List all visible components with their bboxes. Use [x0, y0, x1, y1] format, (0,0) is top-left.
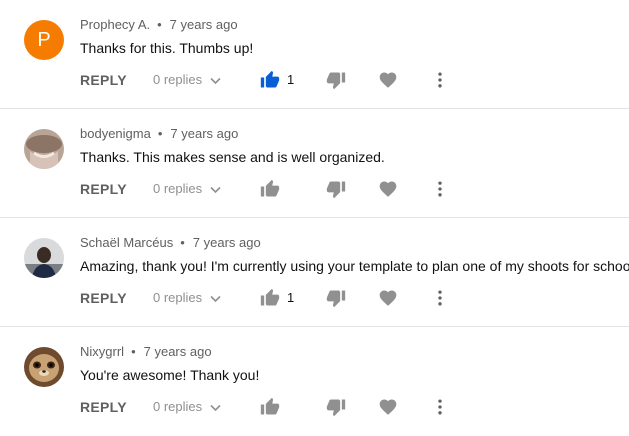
avatar[interactable]: [24, 238, 64, 278]
separator-dot: •: [157, 126, 163, 141]
chevron-down-icon: [210, 400, 221, 414]
comment-meta: Schaël Marcéus • 7 years ago: [80, 235, 261, 250]
heart-icon[interactable]: [378, 397, 398, 417]
timestamp[interactable]: 7 years ago: [170, 126, 238, 141]
thumbs-down-icon[interactable]: [326, 70, 346, 90]
like-count: 1: [287, 72, 295, 87]
comment: Nixygrrl • 7 years ago You're awesome! Tha…: [0, 327, 629, 436]
separator-dot: •: [157, 17, 162, 32]
author-name[interactable]: Schaël Marcéus: [80, 235, 173, 250]
timestamp[interactable]: 7 years ago: [193, 235, 261, 250]
replies-count: 0 replies: [153, 181, 203, 196]
replies-count: 0 replies: [153, 72, 203, 87]
chevron-down-icon: [210, 291, 221, 305]
thumbs-down-icon[interactable]: [326, 179, 346, 199]
heart-icon[interactable]: [378, 70, 398, 90]
heart-icon[interactable]: [378, 288, 398, 308]
comment-meta: Nixygrrl • 7 years ago: [80, 344, 212, 359]
comment-text: You're awesome! Thank you!: [80, 367, 260, 383]
avatar[interactable]: P: [24, 20, 64, 60]
avatar[interactable]: [24, 129, 64, 169]
chevron-down-icon: [210, 73, 221, 87]
author-name[interactable]: bodyenigma: [80, 126, 151, 141]
view-replies-button[interactable]: 0 replies: [153, 68, 221, 92]
comment-text: Thanks for this. Thumbs up!: [80, 40, 254, 56]
more-vertical-icon[interactable]: [430, 70, 450, 90]
view-replies-button[interactable]: 0 replies: [153, 177, 221, 201]
replies-count: 0 replies: [153, 290, 203, 305]
view-replies-button[interactable]: 0 replies: [153, 395, 221, 419]
separator-dot: •: [131, 344, 136, 359]
chevron-down-icon: [210, 182, 221, 196]
heart-icon[interactable]: [378, 179, 398, 199]
thumbs-up-icon[interactable]: [260, 288, 280, 308]
reply-button[interactable]: REPLY: [80, 395, 127, 419]
comment-list: P Prophecy A. • 7 years ago Thanks for thi…: [0, 0, 629, 436]
comment-meta: bodyenigma • 7 years ago: [80, 126, 238, 141]
comment-actions: REPLY 0 replies 1: [80, 286, 629, 310]
timestamp[interactable]: 7 years ago: [144, 344, 212, 359]
comment-meta: Prophecy A. • 7 years ago: [80, 17, 238, 32]
comment-actions: REPLY 0 replies: [80, 177, 629, 201]
thumbs-down-icon[interactable]: [326, 397, 346, 417]
thumbs-up-icon[interactable]: [260, 179, 280, 199]
author-name[interactable]: Nixygrrl: [80, 344, 124, 359]
comment: bodyenigma • 7 years ago Thanks. This make…: [0, 109, 629, 218]
replies-count: 0 replies: [153, 399, 203, 414]
reply-button[interactable]: REPLY: [80, 177, 127, 201]
thumbs-up-icon[interactable]: [260, 70, 280, 90]
author-name[interactable]: Prophecy A.: [80, 17, 150, 32]
avatar[interactable]: [24, 347, 64, 387]
comment-text: Amazing, thank you! I'm currently using …: [80, 258, 629, 274]
separator-dot: •: [180, 235, 185, 250]
reply-button[interactable]: REPLY: [80, 68, 127, 92]
more-vertical-icon[interactable]: [430, 288, 450, 308]
thumbs-up-icon[interactable]: [260, 397, 280, 417]
reply-button[interactable]: REPLY: [80, 286, 127, 310]
comment-actions: REPLY 0 replies: [80, 395, 629, 419]
thumbs-down-icon[interactable]: [326, 288, 346, 308]
timestamp[interactable]: 7 years ago: [170, 17, 238, 32]
comment-actions: REPLY 0 replies 1: [80, 68, 629, 92]
like-count: 1: [287, 290, 295, 305]
more-vertical-icon[interactable]: [430, 179, 450, 199]
comment: Schaël Marcéus • 7 years ago Amazing, than…: [0, 218, 629, 327]
comment-text: Thanks. This makes sense and is well org…: [80, 149, 385, 165]
more-vertical-icon[interactable]: [430, 397, 450, 417]
comment: P Prophecy A. • 7 years ago Thanks for thi…: [0, 0, 629, 109]
view-replies-button[interactable]: 0 replies: [153, 286, 221, 310]
